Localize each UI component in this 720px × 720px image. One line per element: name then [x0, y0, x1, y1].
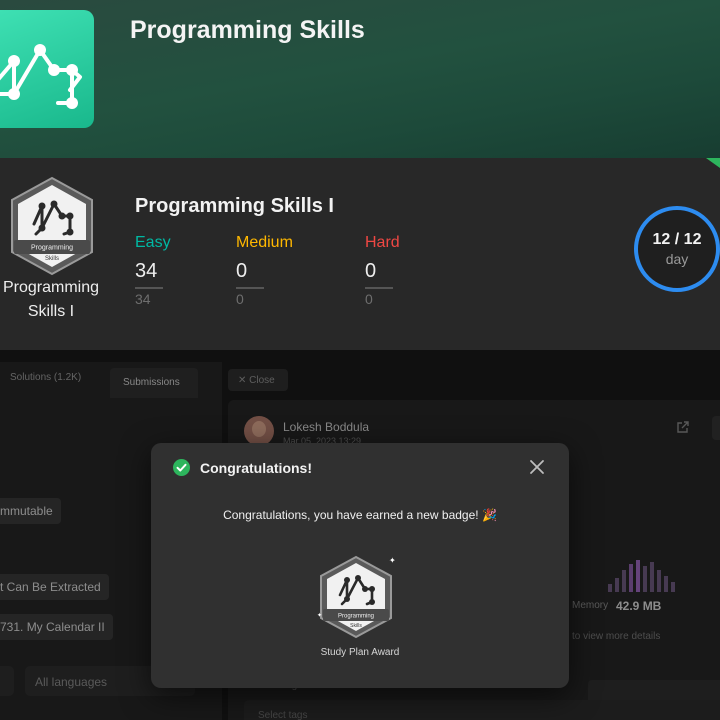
success-check-icon [173, 459, 190, 476]
plan-badge-icon: Programming Skills [11, 176, 93, 276]
hard-stat: Hard 0 0 [365, 234, 445, 307]
day-progress-ring: 12 / 12 day [634, 206, 720, 292]
badge-name-line1: Programming [2, 279, 100, 296]
programming-skills-logo [0, 10, 94, 128]
study-plan-banner: Programming Skills [0, 0, 720, 158]
study-plan-card: Programming Skills Programming Skills I … [0, 158, 720, 350]
badge-name: Programming Skills I [0, 276, 102, 324]
banner-title: Programming Skills [130, 16, 365, 44]
day-progress-value: 12 / 12 [652, 231, 702, 248]
modal-title: Congratulations! [200, 460, 312, 476]
easy-solved: 34 [135, 260, 163, 289]
plan-title: Programming Skills I [135, 195, 334, 217]
code-chain-icon [0, 44, 82, 109]
easy-label: Easy [135, 234, 171, 251]
medium-total: 0 [236, 291, 244, 307]
hard-label: Hard [365, 234, 400, 251]
corner-accent [706, 158, 720, 168]
award-badge-text-line2: Skills [350, 623, 362, 629]
badge-name-line2: Skills I [27, 303, 75, 320]
hard-total: 0 [365, 291, 373, 307]
medium-stat: Medium 0 0 [236, 234, 316, 307]
day-progress-unit: day [665, 251, 689, 267]
close-icon[interactable] [529, 459, 545, 475]
hard-solved: 0 [365, 260, 393, 289]
badge-text-line2: Skills [45, 256, 59, 262]
medium-label: Medium [236, 234, 293, 251]
easy-total: 34 [135, 291, 151, 307]
sparkle-icon: ✦ [389, 556, 395, 565]
medium-solved: 0 [236, 260, 264, 289]
easy-stat: Easy 34 34 [135, 234, 215, 307]
sparkle-icon: ✦ [317, 612, 322, 619]
modal-message: Congratulations, you have earned a new b… [223, 508, 497, 522]
award-name: Study Plan Award [320, 647, 400, 658]
badge-text-line1: Programming [31, 245, 73, 252]
award-badge-icon: Programming Skills ✦ ✦ [317, 555, 395, 639]
congratulations-modal: Congratulations! Congratulations, you ha… [151, 443, 569, 688]
award-badge-text-line1: Programming [338, 614, 374, 620]
